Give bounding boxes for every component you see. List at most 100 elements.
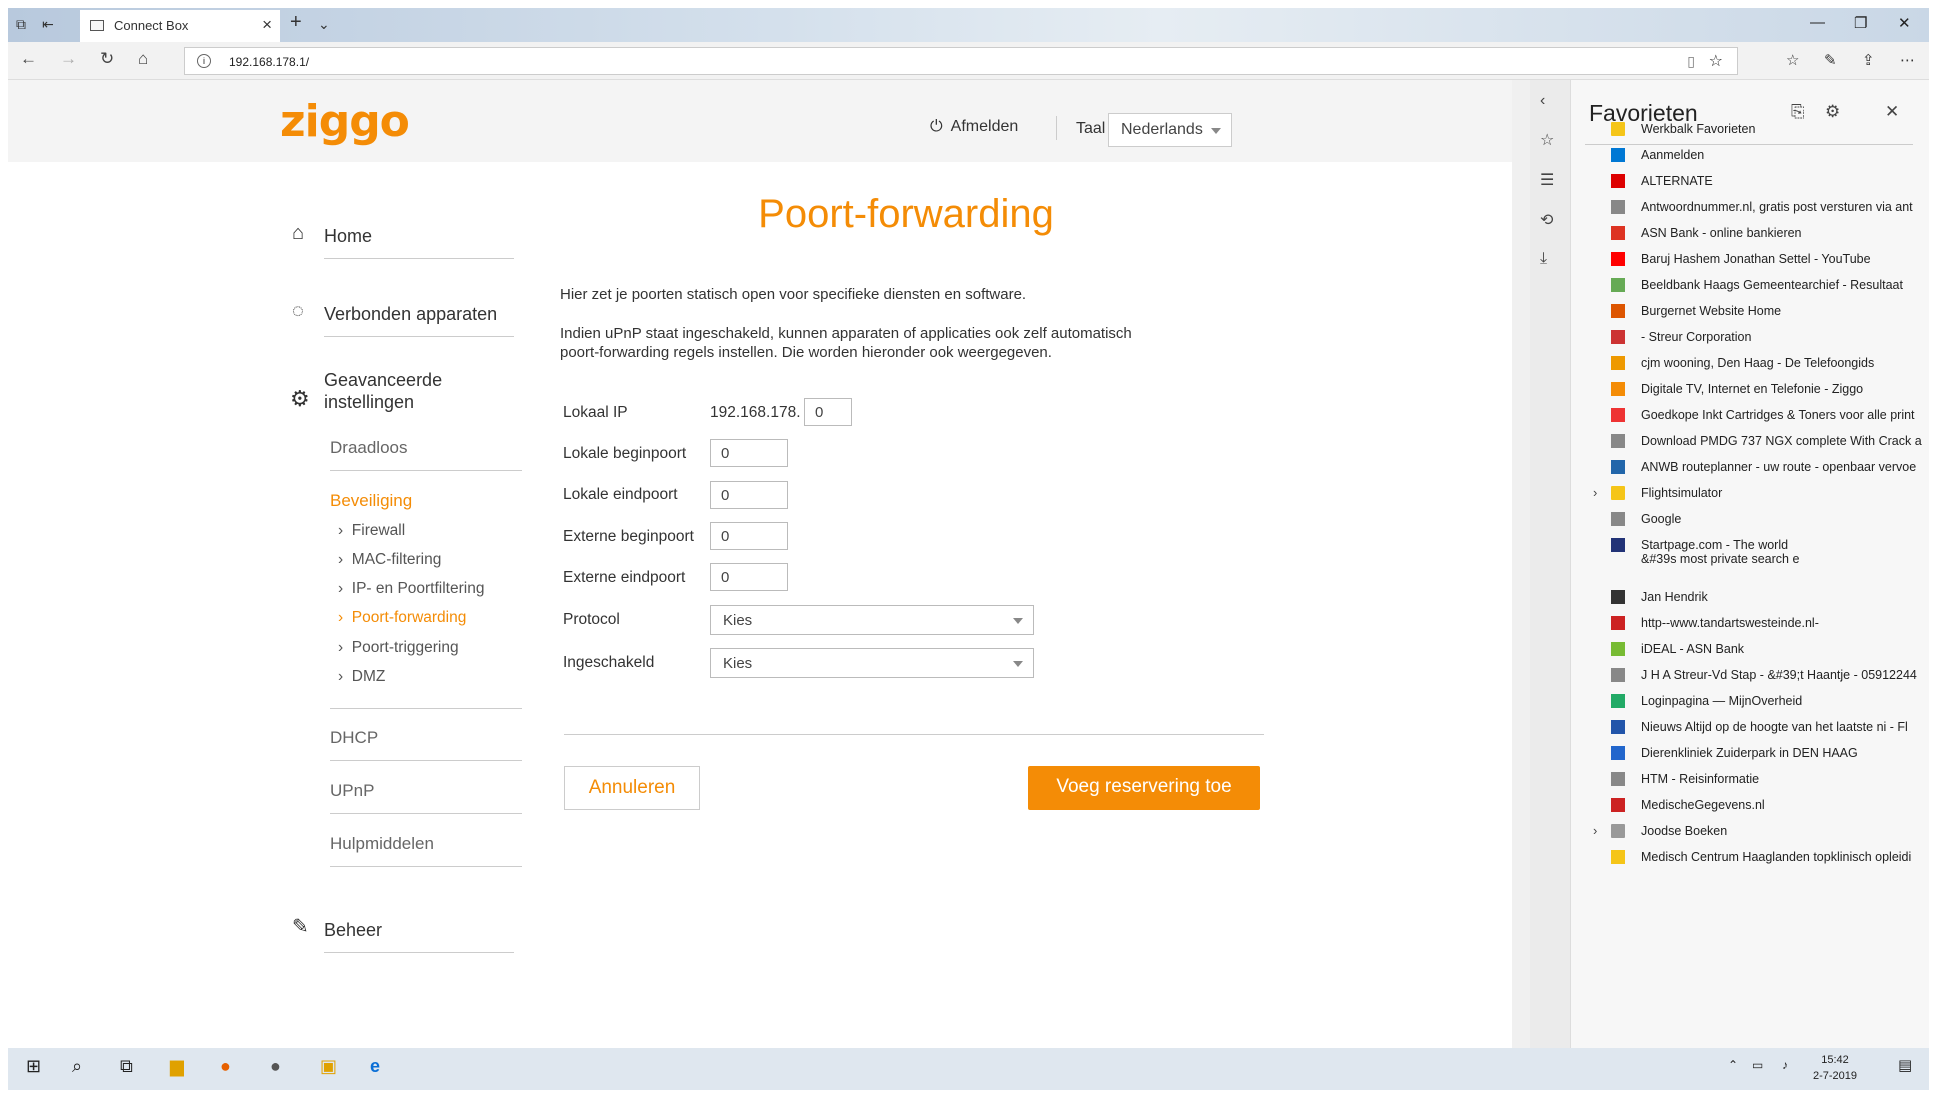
menu-tools[interactable]: Hulpmiddelen	[330, 834, 434, 854]
external-end-port-input[interactable]: 0	[710, 563, 788, 591]
favorite-item[interactable]: - Streur Corporation	[1611, 330, 1931, 344]
share-icon[interactable]: ⇪	[1862, 51, 1875, 69]
network-icon[interactable]: ▭	[1752, 1058, 1763, 1072]
protocol-select[interactable]: Kies	[710, 605, 1034, 635]
windows-start-icon[interactable]: ⊞	[26, 1056, 41, 1077]
menu-security[interactable]: Beveiliging	[330, 491, 412, 511]
minimize-icon[interactable]: —	[1810, 14, 1825, 31]
tab-connect-box[interactable]: Connect Box ×	[80, 10, 280, 42]
add-reservation-button[interactable]: Voeg reservering toe	[1028, 766, 1260, 810]
downloads-icon[interactable]: ⤓	[1540, 250, 1547, 268]
favorite-item[interactable]: Nieuws Altijd op de hoogte van het laats…	[1611, 720, 1931, 734]
tab-actions-icon[interactable]: ⧉	[16, 16, 26, 33]
menu-advanced-line1[interactable]: Geavanceerde	[324, 370, 442, 391]
pen-icon[interactable]: ✎	[1824, 51, 1837, 69]
favorite-item[interactable]: Werkbalk Favorieten	[1611, 122, 1931, 136]
local-end-port-input[interactable]: 0	[710, 481, 788, 509]
clock[interactable]: 15:42 2-7-2019	[1813, 1052, 1857, 1084]
ziggo-logo[interactable]: ziggo	[280, 96, 410, 147]
favorite-item[interactable]: Beeldbank Haags Gemeentearchief - Result…	[1611, 278, 1931, 292]
external-start-port-input[interactable]: 0	[710, 522, 788, 550]
favorite-item[interactable]: Goedkope Inkt Cartridges & Toners voor a…	[1611, 408, 1931, 422]
menu-advanced-line2[interactable]: instellingen	[324, 392, 414, 413]
menu-home[interactable]: Home	[324, 226, 372, 247]
menu-dhcp[interactable]: DHCP	[330, 728, 378, 748]
favorite-item[interactable]: Loginpagina — MijnOverheid	[1611, 694, 1931, 708]
logout-link[interactable]: ⏻ Afmelden	[930, 118, 1018, 136]
favorite-item[interactable]: Aanmelden	[1611, 148, 1931, 162]
language-select[interactable]: Nederlands	[1108, 113, 1232, 147]
close-icon[interactable]: ✕	[1885, 102, 1899, 122]
favorite-item[interactable]: J H A Streur-Vd Stap - &#39;t Haantje - …	[1611, 668, 1931, 682]
favorite-item[interactable]: cjm wooning, Den Haag - De Telefoongids	[1611, 356, 1931, 370]
info-icon[interactable]: i	[197, 54, 211, 68]
explorer-icon[interactable]: ▆	[170, 1056, 184, 1077]
menu-admin[interactable]: Beheer	[324, 920, 382, 941]
collapse-icon[interactable]: ‹	[1540, 92, 1545, 110]
favorite-item[interactable]: Dierenkliniek Zuiderpark in DEN HAAG	[1611, 746, 1931, 760]
close-tab-icon[interactable]: ×	[262, 15, 272, 35]
chevron-right-icon[interactable]: ›	[1593, 823, 1597, 838]
reading-view-icon[interactable]: ▯	[1687, 53, 1695, 70]
local-ip-input[interactable]: 0	[804, 398, 852, 426]
refresh-icon[interactable]: ↻	[100, 49, 114, 69]
history-icon[interactable]: ⟲	[1540, 210, 1553, 230]
favorite-item[interactable]: ASN Bank - online bankieren	[1611, 226, 1931, 240]
security-item-mac[interactable]: › MAC-filtering	[338, 551, 441, 569]
security-item-port-forwarding[interactable]: › Poort-forwarding	[338, 609, 466, 627]
forward-icon[interactable]: →	[60, 49, 77, 69]
security-item-firewall[interactable]: › Firewall	[338, 522, 405, 540]
firefox-icon[interactable]: ●	[220, 1056, 231, 1077]
chevron-down-icon[interactable]: ⌄	[318, 16, 330, 33]
app-icon[interactable]: ●	[270, 1056, 281, 1077]
task-view-icon[interactable]: ⧉	[120, 1056, 133, 1077]
set-aside-tabs-icon[interactable]: ⇤	[42, 16, 54, 33]
favorite-item[interactable]: Google	[1611, 512, 1931, 526]
favorite-item[interactable]: Jan Hendrik	[1611, 590, 1931, 604]
favorite-item[interactable]: Digitale TV, Internet en Telefonie - Zig…	[1611, 382, 1931, 396]
favorite-item[interactable]: Flightsimulator	[1611, 486, 1931, 500]
restore-icon[interactable]: ❐	[1854, 14, 1867, 32]
security-item-dmz[interactable]: › DMZ	[338, 668, 385, 686]
enabled-select[interactable]: Kies	[710, 648, 1034, 678]
favorite-item[interactable]: Baruj Hashem Jonathan Settel - YouTube	[1611, 252, 1931, 266]
security-item-ip-port[interactable]: › IP- en Poortfiltering	[338, 580, 484, 598]
local-start-port-input[interactable]: 0	[710, 439, 788, 467]
favorites-hub-icon[interactable]: ☆	[1786, 51, 1799, 69]
chevron-up-icon[interactable]: ⌃	[1728, 1058, 1738, 1072]
more-icon[interactable]: ⋯	[1900, 51, 1915, 69]
chevron-right-icon[interactable]: ›	[1593, 485, 1597, 500]
menu-connected-devices[interactable]: Verbonden apparaten	[324, 304, 497, 325]
menu-upnp[interactable]: UPnP	[330, 781, 374, 801]
notifications-icon[interactable]: ▤	[1898, 1056, 1912, 1074]
security-item-port-triggering[interactable]: › Poort-triggering	[338, 639, 459, 657]
volume-icon[interactable]: ♪	[1782, 1058, 1788, 1072]
favorite-item[interactable]: ANWB routeplanner - uw route - openbaar …	[1611, 460, 1931, 474]
favorites-tab-icon[interactable]: ☆	[1540, 130, 1554, 150]
new-tab-icon[interactable]: +	[290, 11, 302, 34]
gear-icon[interactable]: ⚙	[1825, 102, 1840, 122]
favorite-item[interactable]: Antwoordnummer.nl, gratis post versturen…	[1611, 200, 1931, 214]
favorite-item[interactable]: ALTERNATE	[1611, 174, 1931, 188]
close-window-icon[interactable]: ✕	[1898, 14, 1911, 32]
add-favorite-icon[interactable]: ⎘	[1791, 102, 1805, 122]
favorite-item[interactable]: Download PMDG 737 NGX complete With Crac…	[1611, 434, 1931, 448]
favorite-item[interactable]: HTM - Reisinformatie	[1611, 772, 1931, 786]
media-icon[interactable]: ▣	[320, 1056, 337, 1077]
favorite-item[interactable]: http--www.tandartswesteinde.nl-	[1611, 616, 1931, 630]
favorite-item[interactable]: Burgernet Website Home	[1611, 304, 1931, 318]
star-icon[interactable]: ☆	[1709, 51, 1723, 71]
favorite-item[interactable]: iDEAL - ASN Bank	[1611, 642, 1931, 656]
favorite-item[interactable]: MedischeGegevens.nl	[1611, 798, 1931, 812]
favorite-item[interactable]: Startpage.com - The world	[1611, 538, 1931, 552]
search-icon[interactable]: ⌕	[72, 1056, 82, 1077]
page-scrollbar[interactable]	[1512, 80, 1530, 1048]
cancel-button[interactable]: Annuleren	[564, 766, 700, 810]
back-icon[interactable]: ←	[20, 49, 37, 69]
address-input[interactable]: i 192.168.178.1/ ▯ ☆	[184, 47, 1738, 75]
menu-wireless[interactable]: Draadloos	[330, 438, 408, 458]
favorite-item[interactable]: Medisch Centrum Haaglanden topklinisch o…	[1611, 850, 1931, 864]
edge-icon[interactable]: e	[370, 1056, 380, 1077]
reading-list-icon[interactable]: ☰	[1540, 170, 1554, 190]
favorite-item[interactable]: Joodse Boeken	[1611, 824, 1931, 838]
